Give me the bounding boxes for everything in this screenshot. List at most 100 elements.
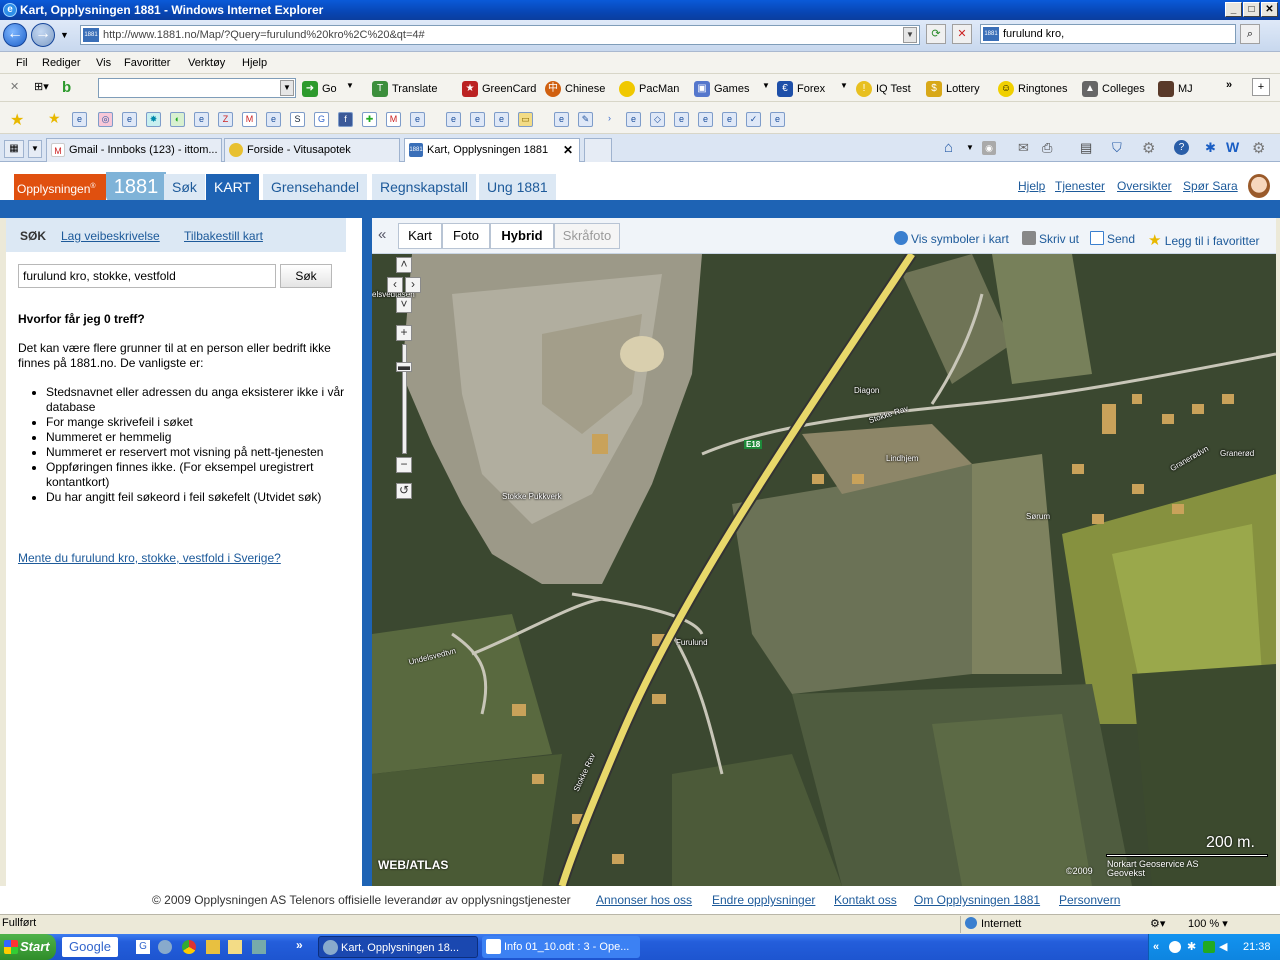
go-button[interactable]: ➜ Go bbox=[302, 81, 337, 97]
colleges-button[interactable]: ▲ Colleges bbox=[1082, 81, 1145, 97]
menu-fil[interactable]: Fil bbox=[16, 57, 28, 69]
address-input[interactable]: 1881 http://www.1881.no/Map/?Query=furul… bbox=[80, 25, 920, 45]
fav-icon-13[interactable]: e bbox=[470, 112, 485, 127]
fav-icon-19[interactable]: ◇ bbox=[650, 112, 665, 127]
iqtest-button[interactable]: ! IQ Test bbox=[856, 81, 911, 97]
google-fav-icon[interactable]: G bbox=[314, 112, 329, 127]
quicklaunch-more-icon[interactable]: » bbox=[296, 938, 303, 952]
b-logo-icon[interactable]: b bbox=[62, 79, 71, 96]
search-input[interactable]: 1881 furulund kro, bbox=[980, 24, 1236, 44]
add-favorite-icon[interactable]: ★ bbox=[48, 110, 61, 127]
quicklaunch-ie-icon[interactable] bbox=[158, 940, 172, 954]
folder-icon[interactable]: ▭ bbox=[518, 112, 533, 127]
games-dropdown-icon[interactable]: ▼ bbox=[762, 81, 770, 90]
zoom-in-button[interactable]: + bbox=[396, 325, 412, 341]
quick-tabs-icon[interactable]: ▦ bbox=[4, 140, 24, 158]
bluetooth-icon[interactable]: ✱ bbox=[1205, 140, 1216, 156]
google-toolbar-button[interactable]: Google bbox=[62, 937, 118, 957]
fav-icon-23[interactable]: ✓ bbox=[746, 112, 761, 127]
new-tab-button[interactable] bbox=[584, 138, 612, 162]
minimize-button[interactable]: _ bbox=[1225, 2, 1242, 17]
toolbar-search-dropdown-icon[interactable]: ▼ bbox=[280, 80, 294, 96]
tab-list-dropdown-icon[interactable]: ▼ bbox=[28, 140, 42, 158]
link-oversikter[interactable]: Oversikter bbox=[1117, 179, 1172, 193]
fav-icon-21[interactable]: e bbox=[698, 112, 713, 127]
safety-icon[interactable]: ⛉ bbox=[1112, 140, 1122, 156]
forex-button[interactable]: € Forex bbox=[777, 81, 825, 97]
fav-icon-10[interactable]: ✚ bbox=[362, 112, 377, 127]
close-tab-icon[interactable]: ✕ bbox=[563, 139, 573, 161]
footer-personvern[interactable]: Personvern bbox=[1059, 893, 1120, 907]
tray-b-icon[interactable] bbox=[1169, 941, 1181, 953]
tray-volume-icon[interactable]: ◀ bbox=[1219, 934, 1227, 960]
quicklaunch-chrome-icon[interactable] bbox=[182, 940, 196, 954]
add-toolbar-button[interactable]: + bbox=[1252, 78, 1270, 96]
back-button[interactable]: ← bbox=[3, 23, 27, 47]
mode-skrafoto[interactable]: Skråfoto bbox=[554, 223, 620, 249]
print-icon[interactable]: ⎙ bbox=[1042, 140, 1052, 156]
show-symbols-link[interactable]: Vis symboler i kart bbox=[894, 231, 1009, 246]
w-toolbar-icon[interactable]: W bbox=[1226, 139, 1239, 155]
menu-vis[interactable]: Vis bbox=[96, 57, 111, 69]
ringtones-button[interactable]: ☺ Ringtones bbox=[998, 81, 1068, 97]
footer-annonser[interactable]: Annonser hos oss bbox=[596, 893, 692, 907]
nav-kart[interactable]: KART bbox=[206, 174, 260, 200]
link-spor-sara[interactable]: Spør Sara bbox=[1183, 179, 1238, 193]
chinese-button[interactable]: 中 Chinese bbox=[545, 81, 605, 97]
sweden-suggestion-link[interactable]: Mente du furulund kro, stokke, vestfold … bbox=[18, 551, 281, 565]
collapse-panel-icon[interactable]: « bbox=[378, 226, 386, 243]
translate-button[interactable]: T Translate bbox=[372, 81, 437, 97]
add-favorites-link[interactable]: ★ Legg til i favoritter bbox=[1148, 231, 1260, 249]
stop-button[interactable]: ✕ bbox=[952, 24, 972, 44]
fav-icon-22[interactable]: e bbox=[722, 112, 737, 127]
pan-up-button[interactable]: ˄ bbox=[396, 257, 412, 273]
menu-favoritter[interactable]: Favoritter bbox=[124, 57, 170, 69]
tools-gear-icon[interactable]: ⚙ bbox=[1142, 139, 1155, 157]
mode-hybrid[interactable]: Hybrid bbox=[490, 223, 554, 249]
fav-icon-16[interactable]: ✎ bbox=[578, 112, 593, 127]
maximize-button[interactable]: □ bbox=[1243, 2, 1260, 17]
menu-rediger[interactable]: Rediger bbox=[42, 57, 81, 69]
toolbar-dropdown-icon[interactable]: ▼ bbox=[346, 81, 354, 90]
reset-view-button[interactable]: ↺ bbox=[396, 483, 412, 499]
tray-expand-icon[interactable]: « bbox=[1153, 934, 1159, 960]
panel-divider[interactable] bbox=[362, 218, 372, 886]
greencard-button[interactable]: ★ GreenCard bbox=[462, 81, 536, 97]
tab-gmail[interactable]: M Gmail - Innboks (123) - ittom... bbox=[46, 138, 222, 162]
more-chevron-icon[interactable]: » bbox=[1226, 79, 1232, 91]
facebook-icon[interactable]: f bbox=[338, 112, 353, 127]
gmail-icon[interactable]: M bbox=[242, 112, 257, 127]
link-hjelp[interactable]: Hjelp bbox=[1018, 179, 1045, 193]
pan-down-button[interactable]: ˅ bbox=[396, 297, 412, 313]
favorites-star-icon[interactable]: ★ bbox=[10, 110, 24, 130]
fav-icon-20[interactable]: e bbox=[674, 112, 689, 127]
task-ie-kart[interactable]: Kart, Opplysningen 18... bbox=[318, 936, 478, 958]
subnav-reset[interactable]: Tilbakestill kart bbox=[184, 229, 263, 243]
location-search-button[interactable]: Søk bbox=[280, 264, 332, 288]
map-view[interactable]: E18 Stokke Rav Stokke Rav Stokke Pukkver… bbox=[372, 254, 1276, 886]
close-window-button[interactable]: ✕ bbox=[1261, 2, 1278, 17]
pan-right-button[interactable]: › bbox=[405, 277, 421, 293]
menu-hjelp[interactable]: Hjelp bbox=[242, 57, 267, 69]
games-button[interactable]: ▣ Games bbox=[694, 81, 749, 97]
pacman-button[interactable]: PacMan bbox=[619, 81, 679, 97]
forex-dropdown-icon[interactable]: ▼ bbox=[840, 81, 848, 90]
send-map-link[interactable]: Send bbox=[1090, 231, 1135, 246]
menu-verktoy[interactable]: Verktøy bbox=[188, 57, 225, 69]
fav-icon-6[interactable]: e bbox=[194, 112, 209, 127]
gmail-icon-2[interactable]: M bbox=[386, 112, 401, 127]
page-icon[interactable]: ▤ bbox=[1080, 140, 1092, 156]
history-dropdown-icon[interactable]: ▼ bbox=[60, 30, 69, 40]
quicklaunch-folder-icon[interactable] bbox=[228, 940, 242, 954]
fav-icon-17[interactable]: › bbox=[602, 112, 617, 127]
print-map-link[interactable]: Skriv ut bbox=[1022, 231, 1079, 246]
fav-icon-12[interactable]: e bbox=[446, 112, 461, 127]
address-dropdown-icon[interactable]: ▼ bbox=[903, 27, 917, 43]
pan-left-button[interactable]: ‹ bbox=[387, 277, 403, 293]
fav-icon-18[interactable]: e bbox=[626, 112, 641, 127]
footer-endre[interactable]: Endre opplysninger bbox=[712, 893, 815, 907]
fav-icon-15[interactable]: e bbox=[554, 112, 569, 127]
quicklaunch-google-icon[interactable]: G bbox=[136, 940, 150, 954]
search-icon[interactable]: ⌕ bbox=[1240, 24, 1260, 44]
tab-kart[interactable]: 1881 Kart, Opplysningen 1881 ✕ bbox=[404, 138, 580, 163]
